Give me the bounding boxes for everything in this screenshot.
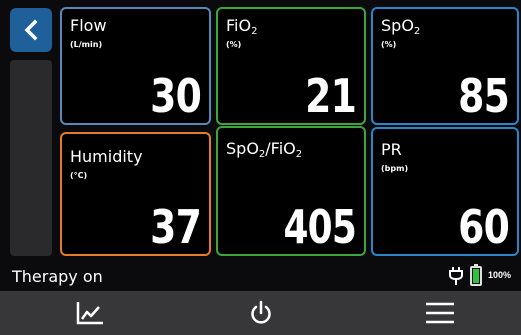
left-column bbox=[10, 8, 52, 256]
flow-unit: (L/min) bbox=[70, 40, 103, 49]
bottom-nav bbox=[0, 291, 521, 335]
trends-button[interactable] bbox=[55, 291, 125, 335]
back-button[interactable] bbox=[10, 8, 52, 52]
status-bar: Therapy on 100% bbox=[0, 262, 521, 290]
fio2-value: 21 bbox=[305, 69, 357, 123]
humidity-value: 37 bbox=[150, 200, 202, 254]
humidity-label: Humidity bbox=[70, 147, 143, 166]
chevron-left-icon bbox=[24, 19, 38, 41]
spo2-unit: (%) bbox=[381, 40, 397, 49]
spo2-fio2-tile[interactable]: SpO2/FiO2 405 bbox=[216, 126, 366, 256]
pr-tile[interactable]: PR (bpm) 60 bbox=[371, 127, 519, 256]
trend-chart-icon bbox=[76, 302, 103, 325]
hamburger-menu-icon bbox=[426, 302, 454, 324]
plug-icon bbox=[449, 267, 463, 285]
fio2-unit: (%) bbox=[226, 40, 242, 49]
fio2-label: FiO2 bbox=[226, 16, 258, 38]
spo2-label: SpO2 bbox=[381, 16, 421, 38]
spo2-fio2-value: 405 bbox=[283, 200, 356, 254]
spo2-tile[interactable]: SpO2 (%) 85 bbox=[371, 7, 519, 125]
side-panel bbox=[10, 60, 52, 256]
battery-fill bbox=[473, 269, 479, 283]
fio2-tile[interactable]: FiO2 (%) 21 bbox=[216, 7, 366, 125]
power-button[interactable] bbox=[226, 291, 296, 335]
humidity-tile[interactable]: Humidity (°C) 37 bbox=[60, 132, 211, 256]
pr-value: 60 bbox=[458, 200, 510, 254]
flow-tile[interactable]: Flow (L/min) 30 bbox=[60, 7, 211, 125]
flow-label: Flow bbox=[70, 16, 107, 35]
menu-button[interactable] bbox=[405, 291, 475, 335]
pr-unit: (bpm) bbox=[381, 164, 409, 173]
battery-icon bbox=[470, 264, 482, 286]
device-screen: Flow (L/min) 30 FiO2 (%) 21 SpO2 (%) 85 … bbox=[0, 0, 521, 335]
battery-percent: 100% bbox=[488, 270, 512, 280]
therapy-status-text: Therapy on bbox=[12, 267, 103, 286]
humidity-unit: (°C) bbox=[70, 171, 88, 180]
power-icon bbox=[251, 300, 271, 324]
flow-value: 30 bbox=[150, 69, 202, 123]
spo2-fio2-label: SpO2/FiO2 bbox=[226, 139, 303, 161]
pr-label: PR bbox=[381, 140, 402, 159]
spo2-value: 85 bbox=[458, 69, 510, 123]
